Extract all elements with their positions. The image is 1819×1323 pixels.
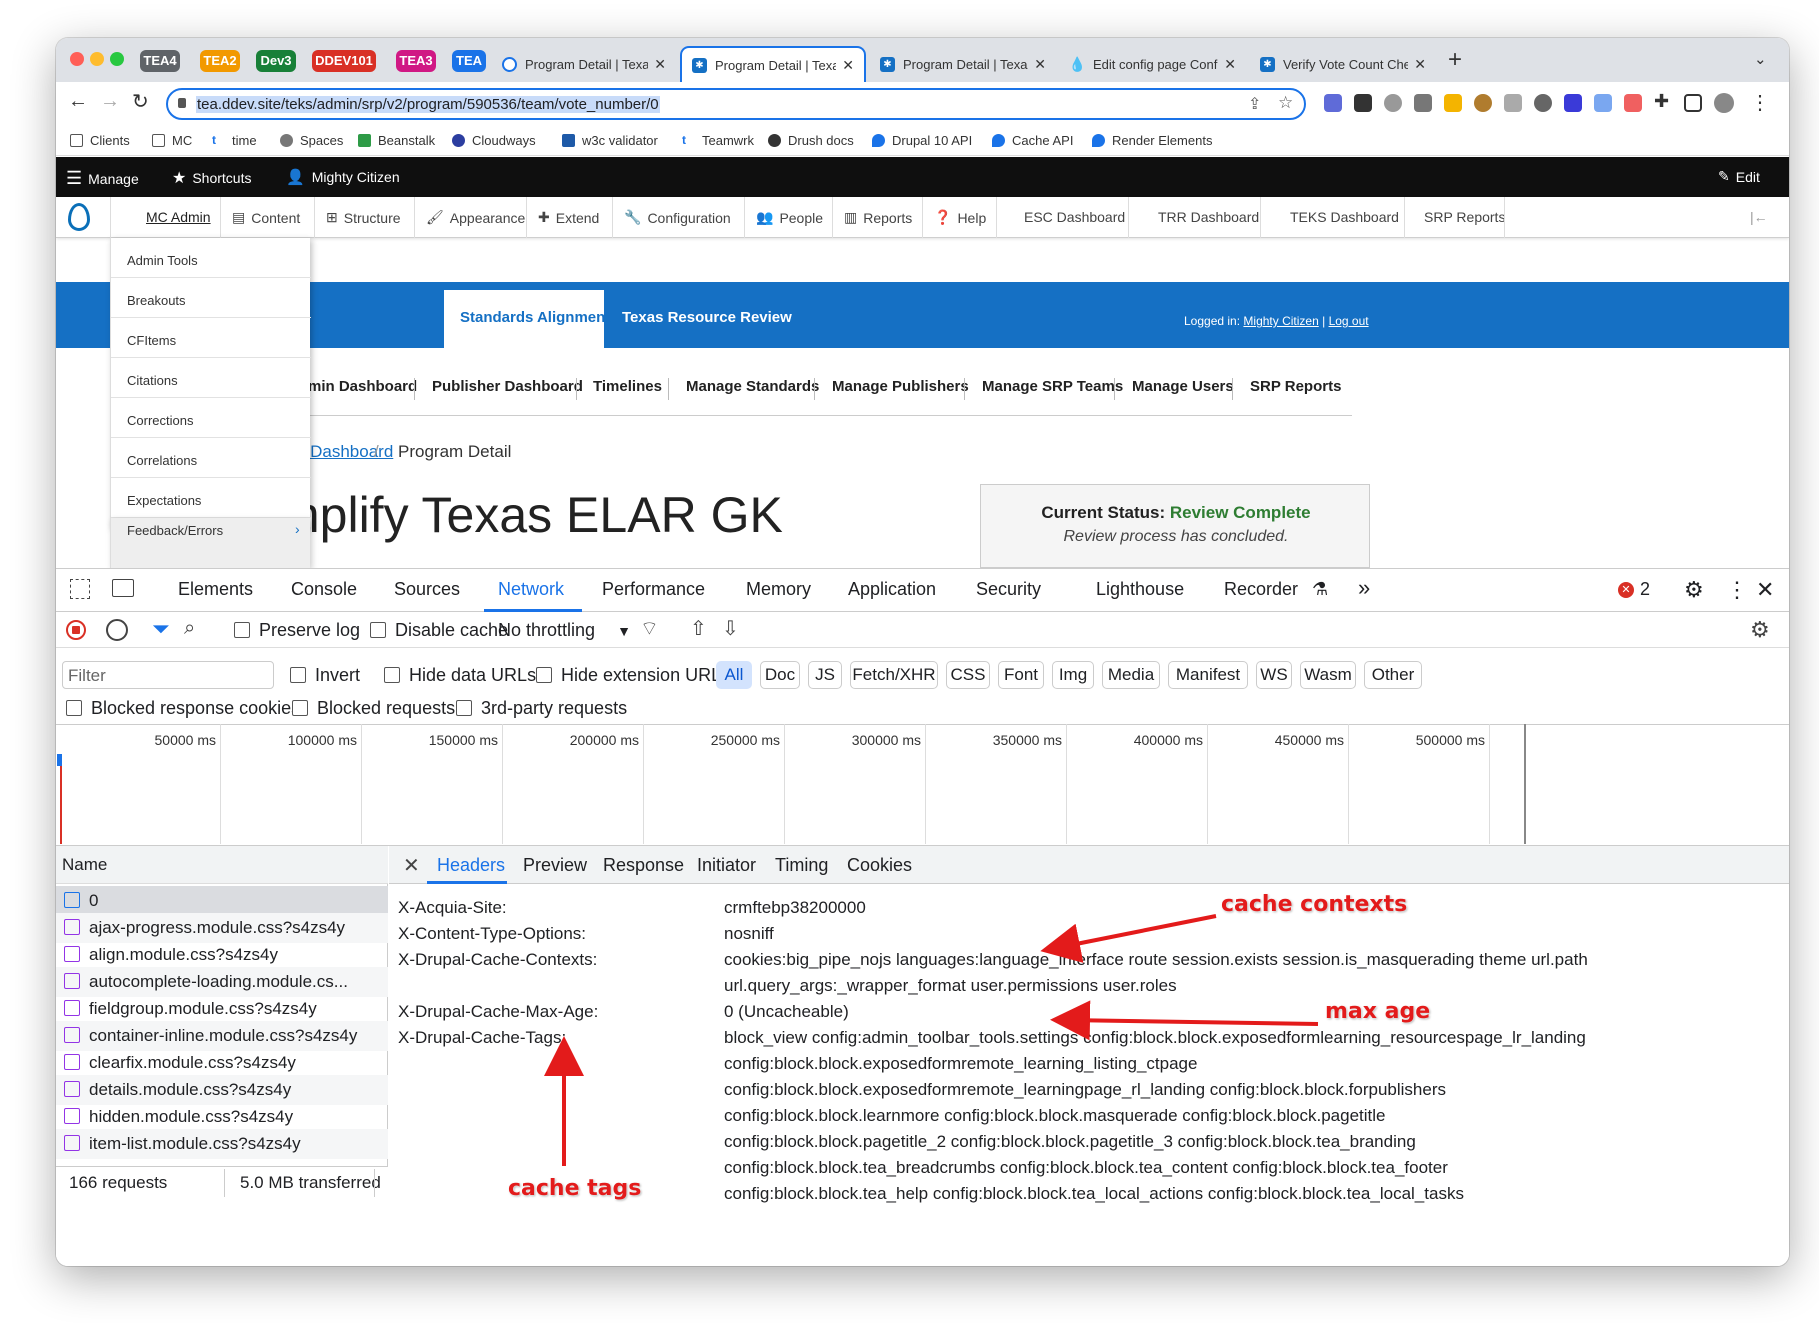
cache-contexts-arrow — [1040, 914, 1217, 963]
cache-tags-annotation: cache tags — [508, 1176, 642, 1201]
max-age-arrow — [1050, 1000, 1319, 1041]
cache-contexts-annotation: cache contexts — [1221, 892, 1408, 917]
browser-window: TEA4 TEA2 Dev3 DDEV101 TEA3 TEA Program … — [56, 38, 1789, 1266]
max-age-annotation: max age — [1325, 999, 1431, 1024]
annotation-arrows — [544, 914, 1319, 1166]
